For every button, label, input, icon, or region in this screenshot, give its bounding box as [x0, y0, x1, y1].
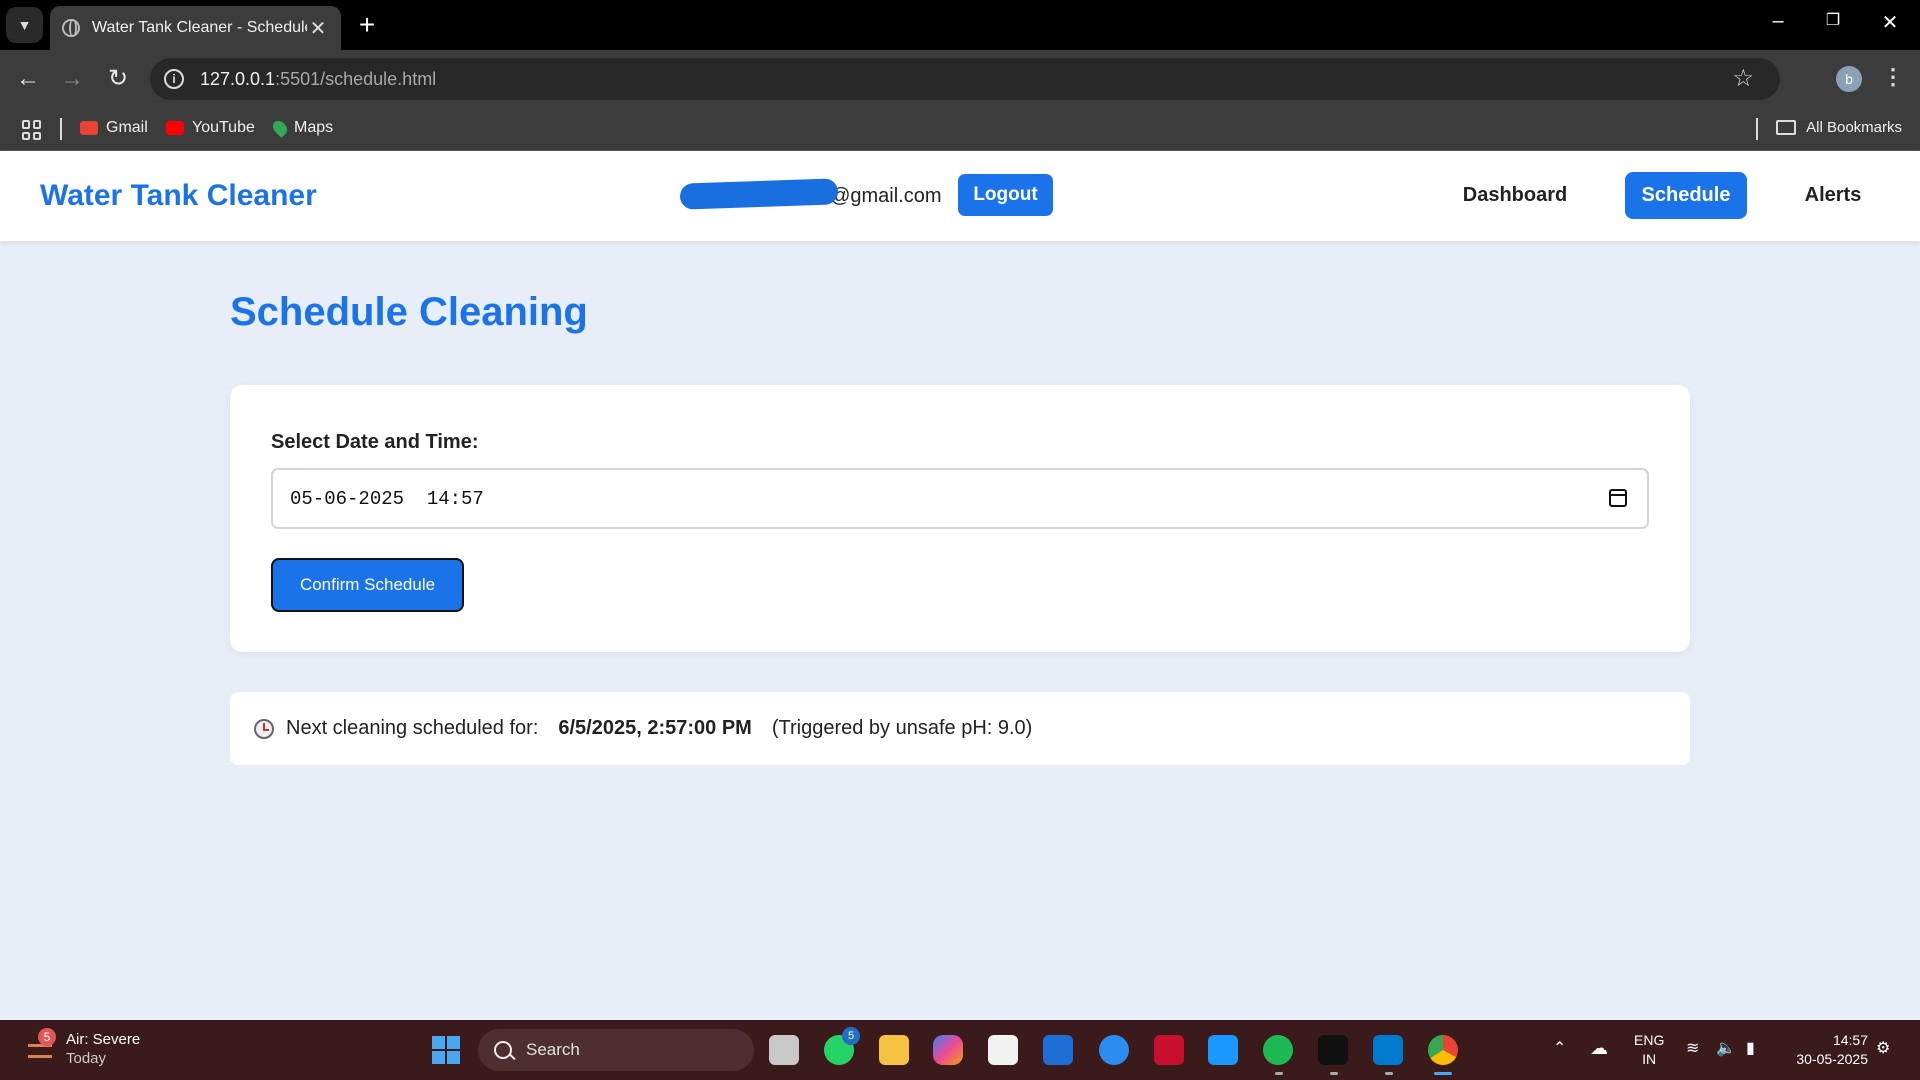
- next-cleaning-prefix: Next cleaning scheduled for:: [286, 717, 539, 739]
- bookmark-maps[interactable]: Maps: [270, 118, 334, 138]
- schedule-form-card: Select Date and Time: 05-06-2025 14:57 C…: [230, 385, 1690, 652]
- url-host: 127.0.0.1: [200, 68, 276, 89]
- menu-kebab-icon[interactable]: ⋮: [1882, 64, 1904, 90]
- roblox-icon[interactable]: [1318, 1035, 1348, 1065]
- myhp-icon[interactable]: [1043, 1035, 1073, 1065]
- copilot-icon[interactable]: [933, 1035, 963, 1065]
- bookmark-label: YouTube: [192, 119, 255, 136]
- logout-button[interactable]: Logout: [958, 174, 1053, 216]
- tab-close-icon[interactable]: ✕: [307, 16, 329, 41]
- wifi-icon[interactable]: ≋: [1686, 1038, 1699, 1058]
- bookmarks-divider: [1756, 118, 1758, 140]
- datetime-value: 05-06-2025 14:57: [290, 487, 484, 510]
- language-indicator[interactable]: ENG IN: [1634, 1031, 1664, 1069]
- weather-badge: 5: [38, 1028, 56, 1046]
- task-view-icon[interactable]: [769, 1035, 799, 1065]
- bookmark-label: Gmail: [106, 119, 148, 136]
- datetime-label: Select Date and Time:: [271, 431, 479, 453]
- page-title: Schedule Cleaning: [230, 290, 588, 334]
- next-cleaning-reason: (Triggered by unsafe pH: 9.0): [771, 717, 1033, 739]
- datetime-input[interactable]: 05-06-2025 14:57: [271, 468, 1649, 529]
- browser-tab-active[interactable]: Water Tank Cleaner - Schedule ✕: [50, 6, 341, 50]
- address-bar[interactable]: i 127.0.0.1:5501/schedule.html ☆: [150, 58, 1780, 100]
- tab-search-button[interactable]: ▼: [6, 7, 43, 43]
- volume-icon[interactable]: 🔈: [1716, 1038, 1736, 1058]
- whatsapp-badge: 5: [842, 1027, 860, 1045]
- next-cleaning-info: Next cleaning scheduled for: 6/5/2025, 2…: [230, 692, 1690, 765]
- microsoft-store-icon[interactable]: [988, 1035, 1018, 1065]
- air-quality-icon: 5: [26, 1028, 56, 1064]
- apps-grid-icon[interactable]: [22, 120, 42, 140]
- bookmarks-bar: Gmail YouTube Maps All Bookmarks: [0, 108, 1920, 151]
- weather-title: Air: Severe: [66, 1031, 141, 1048]
- taskbar-search-placeholder: Search: [526, 1040, 580, 1059]
- email-redaction-mark: [679, 178, 839, 210]
- calendar-icon[interactable]: [1609, 489, 1627, 507]
- search-icon: [494, 1041, 512, 1059]
- reload-button[interactable]: ↻: [103, 64, 133, 94]
- site-header: Water Tank Cleaner xxxxxx.9706xxxx@gmail…: [0, 151, 1920, 241]
- browser-tabstrip: ▼ Water Tank Cleaner - Schedule ✕ + – ❐ …: [0, 0, 1920, 50]
- taskbar-search[interactable]: Search: [478, 1029, 754, 1071]
- notifications-icon[interactable]: ⚙: [1876, 1038, 1890, 1058]
- running-indicator: [1385, 1072, 1393, 1075]
- maps-pin-icon: [270, 118, 290, 138]
- chrome-icon[interactable]: [1428, 1035, 1458, 1065]
- onedrive-icon[interactable]: ☁: [1590, 1038, 1608, 1059]
- all-bookmarks-label: All Bookmarks: [1806, 119, 1902, 136]
- minimize-button[interactable]: –: [1758, 10, 1798, 33]
- help-icon[interactable]: [1099, 1035, 1129, 1065]
- all-bookmarks-button[interactable]: All Bookmarks: [1776, 119, 1902, 136]
- mcafee-icon[interactable]: [1154, 1035, 1184, 1065]
- confirm-schedule-button[interactable]: Confirm Schedule: [271, 558, 464, 612]
- windows-taskbar: 5 Air: Severe Today Search 5 ⌃ ☁ ENG IN …: [0, 1020, 1920, 1080]
- start-windows-icon[interactable]: [432, 1036, 460, 1064]
- site-info-icon[interactable]: i: [164, 69, 184, 89]
- file-explorer-icon[interactable]: [879, 1035, 909, 1065]
- gmail-icon: [80, 121, 98, 135]
- prime-video-icon[interactable]: [1208, 1035, 1238, 1065]
- weather-widget[interactable]: 5 Air: Severe Today: [26, 1028, 141, 1068]
- nav-dashboard[interactable]: Dashboard: [1450, 172, 1580, 219]
- new-tab-button[interactable]: +: [352, 10, 382, 40]
- weather-sub: Today: [66, 1050, 107, 1067]
- bookmark-star-icon[interactable]: ☆: [1732, 64, 1754, 93]
- whatsapp-icon[interactable]: 5: [824, 1027, 860, 1065]
- back-button[interactable]: ←: [13, 64, 43, 94]
- running-indicator: [1330, 1072, 1338, 1075]
- running-indicator: [1275, 1072, 1283, 1075]
- spotify-icon[interactable]: [1263, 1035, 1293, 1065]
- globe-icon: [62, 19, 80, 37]
- clock-icon: [254, 718, 274, 739]
- active-indicator: [1434, 1072, 1452, 1075]
- bookmark-youtube[interactable]: YouTube: [166, 119, 255, 137]
- nav-alerts[interactable]: Alerts: [1790, 172, 1876, 219]
- forward-button[interactable]: →: [57, 64, 87, 94]
- battery-icon[interactable]: ▮: [1746, 1038, 1755, 1058]
- youtube-icon: [166, 121, 184, 135]
- restore-button[interactable]: ❐: [1813, 10, 1853, 30]
- profile-avatar[interactable]: b: [1836, 66, 1862, 92]
- chevron-down-icon: ▼: [17, 17, 32, 33]
- bookmark-label: Maps: [294, 119, 334, 136]
- brand-title[interactable]: Water Tank Cleaner: [40, 179, 317, 213]
- next-cleaning-date: 6/5/2025, 2:57:00 PM: [558, 717, 752, 739]
- close-window-button[interactable]: ✕: [1870, 10, 1910, 35]
- vscode-icon[interactable]: [1373, 1035, 1403, 1065]
- folder-icon: [1776, 120, 1797, 135]
- tab-title: Water Tank Cleaner - Schedule: [92, 19, 307, 36]
- url-path: :5501/schedule.html: [275, 68, 437, 89]
- bookmark-gmail[interactable]: Gmail: [80, 119, 148, 137]
- nav-schedule[interactable]: Schedule: [1625, 172, 1747, 219]
- browser-toolbar: ← → ↻ i 127.0.0.1:5501/schedule.html ☆ b…: [0, 50, 1920, 108]
- system-clock[interactable]: 14:57 30-05-2025: [1786, 1031, 1868, 1069]
- bookmarks-divider: [60, 118, 62, 140]
- chevron-up-icon[interactable]: ⌃: [1553, 1038, 1566, 1058]
